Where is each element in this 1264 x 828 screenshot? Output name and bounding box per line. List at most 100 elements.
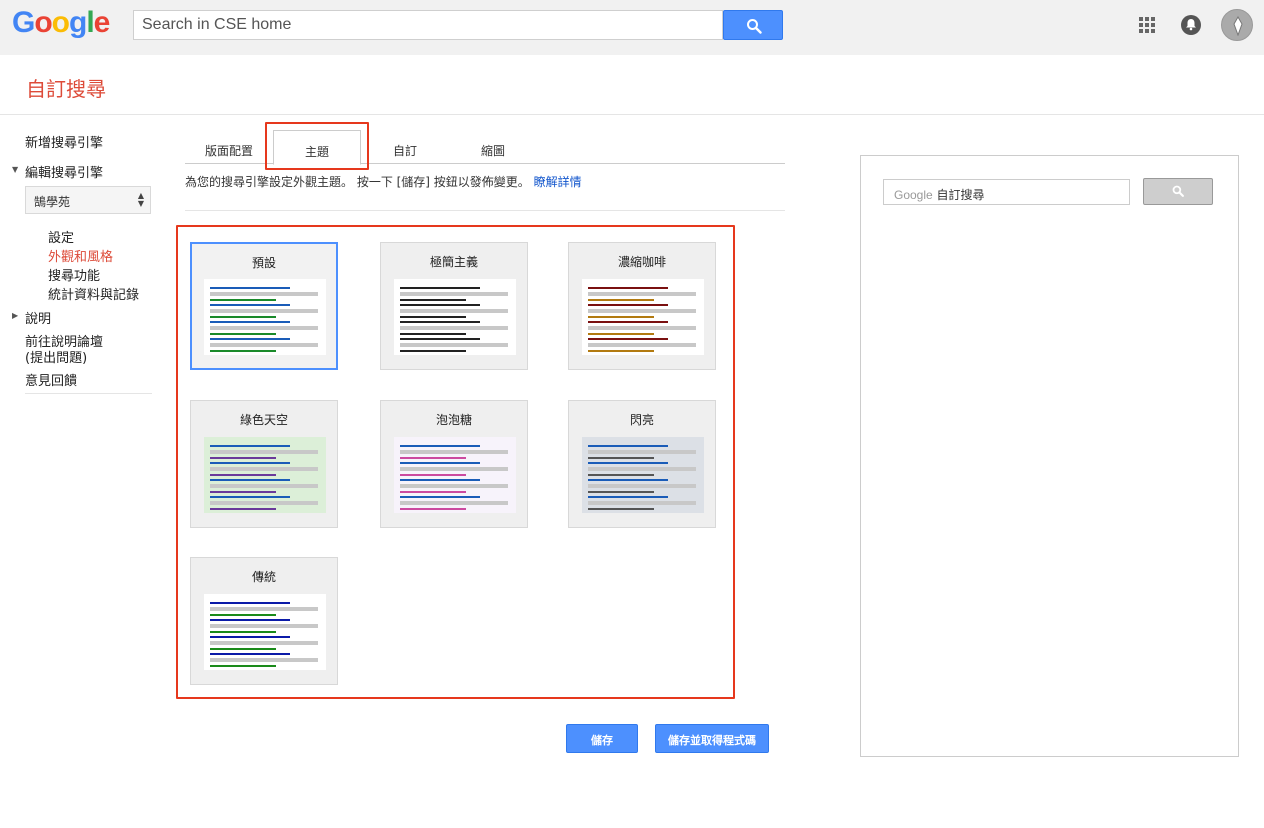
theme-card[interactable]: 極簡主義 <box>380 242 528 370</box>
theme-name: 預設 <box>251 256 276 270</box>
preview-result-snippet <box>210 607 318 611</box>
tab-layout[interactable]: 版面配置 <box>185 130 273 164</box>
divider <box>0 114 1264 115</box>
theme-card[interactable]: 預設 <box>190 242 338 370</box>
theme-preview-thumbnail <box>204 594 326 670</box>
preview-result-url <box>588 333 654 335</box>
collapse-arrow-icon[interactable]: ▶ <box>12 311 18 320</box>
preview-result-snippet <box>400 309 508 313</box>
expand-arrow-icon[interactable]: ▼ <box>12 165 18 174</box>
search-icon <box>1172 185 1184 197</box>
preview-result-url <box>400 457 466 459</box>
preview-result-url <box>210 665 276 667</box>
preview-result-title <box>210 619 290 621</box>
theme-description: 為您的搜尋引擎設定外觀主題。 按一下 [儲存] 按鈕以發佈變更。 瞭解詳情 <box>185 173 582 190</box>
preview-result-url <box>588 316 654 318</box>
theme-card[interactable]: 濃縮咖啡 <box>568 242 716 370</box>
theme-preview-thumbnail <box>582 279 704 355</box>
theme-preview-thumbnail <box>394 279 516 355</box>
search-preview-pane: Google 自訂搜尋 <box>860 155 1239 757</box>
preview-result-title <box>588 338 668 340</box>
preview-result-url <box>210 508 276 510</box>
notifications-bell-icon[interactable] <box>1181 15 1201 35</box>
sidebar-item-setup[interactable]: 設定 <box>48 227 74 246</box>
preview-result-url <box>210 631 276 633</box>
learn-more-link[interactable]: 瞭解詳情 <box>534 175 582 189</box>
tab-thumbnails[interactable]: 縮圖 <box>449 130 537 164</box>
sidebar-item-edit-engine[interactable]: 編輯搜尋引擎 <box>25 162 103 181</box>
theme-card[interactable]: 綠色天空 <box>190 400 338 528</box>
save-get-code-button[interactable]: 儲存並取得程式碼 <box>655 724 769 753</box>
tab-highlight-box <box>265 122 369 170</box>
preview-result-snippet <box>210 641 318 645</box>
preview-result-title <box>588 479 668 481</box>
theme-card[interactable]: 閃亮 <box>568 400 716 528</box>
theme-name: 極簡主義 <box>429 255 478 269</box>
preview-result-url <box>400 508 466 510</box>
preview-result-title <box>210 479 290 481</box>
search-button[interactable] <box>723 10 783 40</box>
theme-preview-thumbnail <box>204 437 326 513</box>
preview-result-title <box>588 287 668 289</box>
preview-result-title <box>210 338 290 340</box>
preview-result-url <box>210 614 276 616</box>
logo-letter: o <box>34 6 52 39</box>
apps-grid-icon[interactable] <box>1139 17 1155 33</box>
preview-result-snippet <box>210 658 318 662</box>
preview-result-title <box>210 304 290 306</box>
preview-result-title <box>400 462 480 464</box>
search-icon <box>747 19 762 34</box>
preview-result-snippet <box>400 484 508 488</box>
sidebar-item-new-engine[interactable]: 新增搜尋引擎 <box>25 132 103 151</box>
google-logo[interactable]: Google <box>12 6 110 40</box>
preview-search-button[interactable] <box>1143 178 1213 205</box>
account-avatar[interactable] <box>1221 9 1253 41</box>
preview-result-url <box>588 457 654 459</box>
engine-select[interactable]: 鵠學苑 ▲ ▼ <box>25 186 151 214</box>
preview-result-url <box>400 316 466 318</box>
preview-result-title <box>400 304 480 306</box>
sidebar-item-feedback[interactable]: 意見回饋 <box>25 370 77 389</box>
preview-result-title <box>400 445 480 447</box>
preview-result-title <box>588 445 668 447</box>
preview-search-input[interactable]: Google 自訂搜尋 <box>883 179 1130 205</box>
theme-name: 閃亮 <box>629 413 654 427</box>
sidebar-item-search-features[interactable]: 搜尋功能 <box>48 265 100 284</box>
logo-letter: o <box>51 6 70 39</box>
preview-result-title <box>210 496 290 498</box>
preview-result-snippet <box>588 343 696 347</box>
theme-name: 濃縮咖啡 <box>617 255 666 269</box>
preview-result-snippet <box>400 467 508 471</box>
theme-card[interactable]: 傳統 <box>190 557 338 685</box>
preview-result-url <box>400 299 466 301</box>
preview-result-url <box>210 333 276 335</box>
preview-result-url <box>210 474 276 476</box>
sidebar-item-look-and-feel[interactable]: 外觀和風格 <box>48 246 113 265</box>
sidebar-item-forum-sub[interactable]: (提出問題) <box>25 347 87 366</box>
preview-result-snippet <box>588 450 696 454</box>
preview-result-url <box>588 474 654 476</box>
divider <box>25 393 152 394</box>
theme-card[interactable]: 泡泡糖 <box>380 400 528 528</box>
preview-result-title <box>588 321 668 323</box>
preview-result-title <box>400 287 480 289</box>
preview-result-url <box>400 350 466 352</box>
search-input[interactable]: Search in CSE home <box>133 10 723 40</box>
page-title: 自訂搜尋 <box>26 77 106 101</box>
preview-result-snippet <box>210 484 318 488</box>
save-button[interactable]: 儲存 <box>566 724 638 753</box>
description-text: 為您的搜尋引擎設定外觀主題。 按一下 [儲存] 按鈕以發佈變更。 <box>185 175 530 189</box>
sidebar-item-statistics[interactable]: 統計資料與記錄 <box>48 284 139 303</box>
preview-result-title <box>210 321 290 323</box>
preview-result-title <box>588 304 668 306</box>
preview-result-url <box>588 350 654 352</box>
preview-result-url <box>210 316 276 318</box>
sidebar-item-help[interactable]: 說明 <box>25 308 51 327</box>
logo-letter: G <box>12 6 35 39</box>
preview-result-title <box>210 602 290 604</box>
preview-result-snippet <box>210 467 318 471</box>
preview-result-snippet <box>400 326 508 330</box>
tab-customize[interactable]: 自訂 <box>361 130 449 164</box>
preview-result-url <box>210 648 276 650</box>
preview-result-title <box>400 496 480 498</box>
